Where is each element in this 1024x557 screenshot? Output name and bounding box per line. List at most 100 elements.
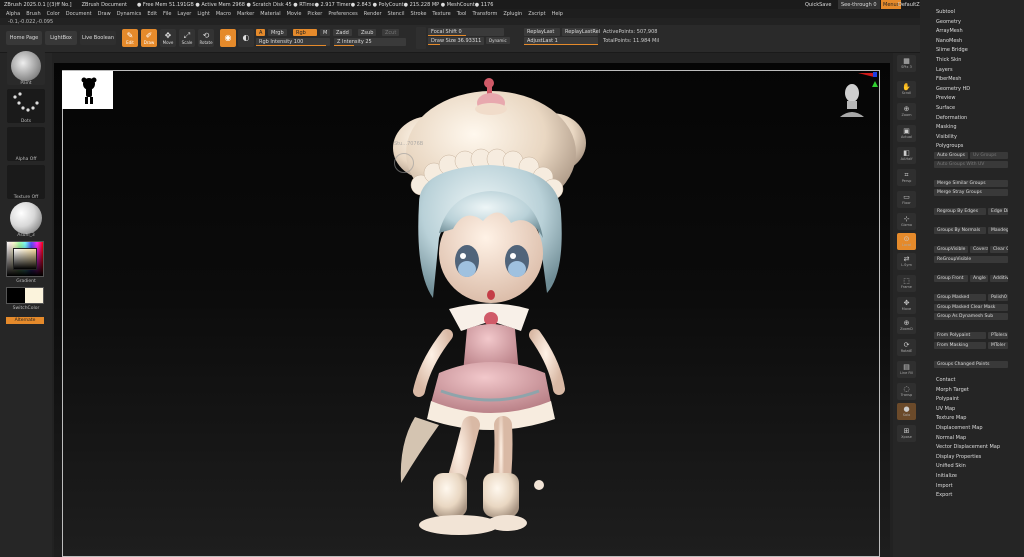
tool-menu-vector-displacement-map[interactable]: Vector Displacement Map <box>936 444 1000 450</box>
menu-render[interactable]: Render <box>364 11 382 17</box>
a-toggle[interactable]: A <box>256 29 266 36</box>
solo-view-button[interactable]: ● Solo <box>897 403 916 420</box>
menu-light[interactable]: Light <box>197 11 209 17</box>
scale-tool-button[interactable]: ⤢ Scale <box>179 29 195 47</box>
edge-dir-toggle[interactable]: Edge Dir <box>988 208 1008 215</box>
tool-menu-surface[interactable]: Surface <box>936 105 955 111</box>
ptolerance-slider[interactable]: PTolera <box>988 332 1008 339</box>
color-picker-square[interactable] <box>13 248 37 270</box>
menu-picker[interactable]: Picker <box>307 11 322 17</box>
maxdeg-slider[interactable]: Maxdeg <box>988 227 1008 234</box>
m-toggle[interactable]: M <box>320 29 331 36</box>
tool-menu-nanomesh[interactable]: NanoMesh <box>936 38 962 44</box>
tool-menu-geometry[interactable]: Geometry <box>936 19 961 25</box>
tool-menu-visibility[interactable]: Visibility <box>936 134 957 140</box>
frame-view-button[interactable]: ⬚ Frame <box>897 275 916 292</box>
move-view-button[interactable]: ✥ Move <box>897 297 916 314</box>
zsub-toggle[interactable]: Zsub <box>358 29 377 36</box>
menu-texture[interactable]: Texture <box>432 11 450 17</box>
menu-draw[interactable]: Draw <box>98 11 111 17</box>
tool-menu-slime-bridge[interactable]: Slime Bridge <box>936 47 968 53</box>
lightbox-button[interactable]: LightBox <box>45 31 77 45</box>
tool-menu-arraymesh[interactable]: ArrayMesh <box>936 28 963 34</box>
orientation-gizmo-icon[interactable] <box>834 71 882 121</box>
switch-color-button[interactable]: SwitchColor <box>0 306 52 311</box>
spix-view-button[interactable]: ▦ SPix 3 <box>897 55 916 72</box>
clear-slider[interactable]: Clear 0 <box>990 246 1008 253</box>
menu-macro[interactable]: Macro <box>216 11 231 17</box>
material-selector[interactable] <box>7 202 45 236</box>
viewport-canvas[interactable]: Stu...7076B <box>54 63 890 557</box>
group-as-dynamesh-sub-button[interactable]: Group As Dynamesh Sub <box>934 313 1008 320</box>
regroup-visible-button[interactable]: ReGroupVisible <box>934 256 1008 263</box>
stroke-selector[interactable] <box>7 89 45 123</box>
live-boolean-button[interactable]: Live Boolean <box>80 31 116 45</box>
from-masking-button[interactable]: From Masking <box>934 342 986 349</box>
from-polypaint-button[interactable]: From Polypaint <box>934 332 986 339</box>
replay-last-rel-button[interactable]: ReplayLastRel <box>562 28 600 36</box>
rotate-tool-button[interactable]: ⟲ Rotate <box>198 29 214 47</box>
draw-tool-button[interactable]: ✐ Draw <box>141 29 157 47</box>
rotate-view-button[interactable]: ⟳ RotatE <box>897 339 916 356</box>
menu-help[interactable]: Help <box>552 11 563 17</box>
group-masked-clear-mask-button[interactable]: Group Masked Clear Mask <box>934 304 1008 311</box>
see-through-slider[interactable]: See-through 0 <box>838 0 880 9</box>
menu-stroke[interactable]: Stroke <box>410 11 426 17</box>
uv-groups-button[interactable]: Uv Groups <box>970 152 1008 159</box>
persp-view-button[interactable]: ⌗ Persp <box>897 169 916 186</box>
aahalf-view-button[interactable]: ◧ AAHalf <box>897 147 916 164</box>
tool-menu-morph-target[interactable]: Morph Target <box>936 387 969 393</box>
dynamic-toggle[interactable]: Dynamic <box>486 37 510 44</box>
tool-menu-geometry-hd[interactable]: Geometry HD <box>936 86 970 92</box>
auto-groups-button[interactable]: Auto Groups <box>934 152 968 159</box>
shading-icon[interactable]: ◐ <box>238 29 254 47</box>
tool-menu-polypaint[interactable]: Polypaint <box>936 396 959 402</box>
gizmo-view-button[interactable]: ⊹ Gizmo <box>897 213 916 230</box>
auto-groups-with-uv-button[interactable]: Auto Groups With UV <box>934 161 1008 168</box>
tool-menu-unified-skin[interactable]: Unified Skin <box>936 463 966 469</box>
actual-view-button[interactable]: ▣ Actual <box>897 125 916 142</box>
tool-menu-initialize[interactable]: Initialize <box>936 473 957 479</box>
material-sphere-icon[interactable]: ◉ <box>220 29 236 47</box>
alternate-toggle[interactable]: Alternate <box>6 317 44 324</box>
menu-color[interactable]: Color <box>47 11 60 17</box>
menu-zplugin[interactable]: Zplugin <box>503 11 522 17</box>
tool-menu-subtool[interactable]: Subtool <box>936 9 955 15</box>
groups-by-normals-button[interactable]: Groups By Normals <box>934 227 986 234</box>
transp-view-button[interactable]: ◌ Transp <box>897 383 916 400</box>
home-page-button[interactable]: Home Page <box>6 31 42 45</box>
mtolerance-slider[interactable]: MToler <box>988 342 1008 349</box>
tool-menu-contact[interactable]: Contact <box>936 377 955 383</box>
navigator-thumbnail[interactable] <box>62 71 113 109</box>
tool-menu-display-properties[interactable]: Display Properties <box>936 454 981 460</box>
menu-material[interactable]: Material <box>260 11 280 17</box>
group-masked-button[interactable]: Group Masked <box>934 294 986 301</box>
focal-shift-slider[interactable]: Focal Shift 0 <box>428 28 504 36</box>
tool-menu-deformation[interactable]: Deformation <box>936 115 967 121</box>
tool-menu-displacement-map[interactable]: Displacement Map <box>936 425 983 431</box>
group-visible-button[interactable]: GroupVisible <box>934 246 968 253</box>
brush-selector[interactable] <box>7 51 45 85</box>
menu-tool[interactable]: Tool <box>457 11 467 17</box>
tool-menu-thick-skin[interactable]: Thick Skin <box>936 57 961 63</box>
menu-preferences[interactable]: Preferences <box>328 11 357 17</box>
tool-menu-import[interactable]: Import <box>936 483 953 489</box>
menu-brush[interactable]: Brush <box>26 11 40 17</box>
zcut-toggle[interactable]: Zcut <box>382 29 400 36</box>
menu-stencil[interactable]: Stencil <box>388 11 405 17</box>
quicksave-button[interactable]: QuickSave <box>805 0 831 9</box>
zadd-toggle[interactable]: Zadd <box>333 29 352 36</box>
tool-menu-normal-map[interactable]: Normal Map <box>936 435 966 441</box>
rgb-toggle[interactable]: Rgb <box>293 29 317 36</box>
tool-menu-export[interactable]: Export <box>936 492 952 498</box>
tool-menu-layers[interactable]: Layers <box>936 67 953 73</box>
floor-view-button[interactable]: ▭ Floor <box>897 191 916 208</box>
menu-zscript[interactable]: Zscript <box>528 11 545 17</box>
z-intensity-slider[interactable]: Z Intensity 25 <box>334 38 406 46</box>
secondary-color-swatch[interactable] <box>25 288 43 303</box>
zoom-view-button[interactable]: ⊕ Zoom <box>897 103 916 120</box>
zoomd-view-button[interactable]: ⊕ ZoomD <box>897 317 916 334</box>
menu-layer[interactable]: Layer <box>177 11 191 17</box>
scroll-view-button[interactable]: ✋ Scroll <box>897 81 916 98</box>
menu-transform[interactable]: Transform <box>472 11 497 17</box>
